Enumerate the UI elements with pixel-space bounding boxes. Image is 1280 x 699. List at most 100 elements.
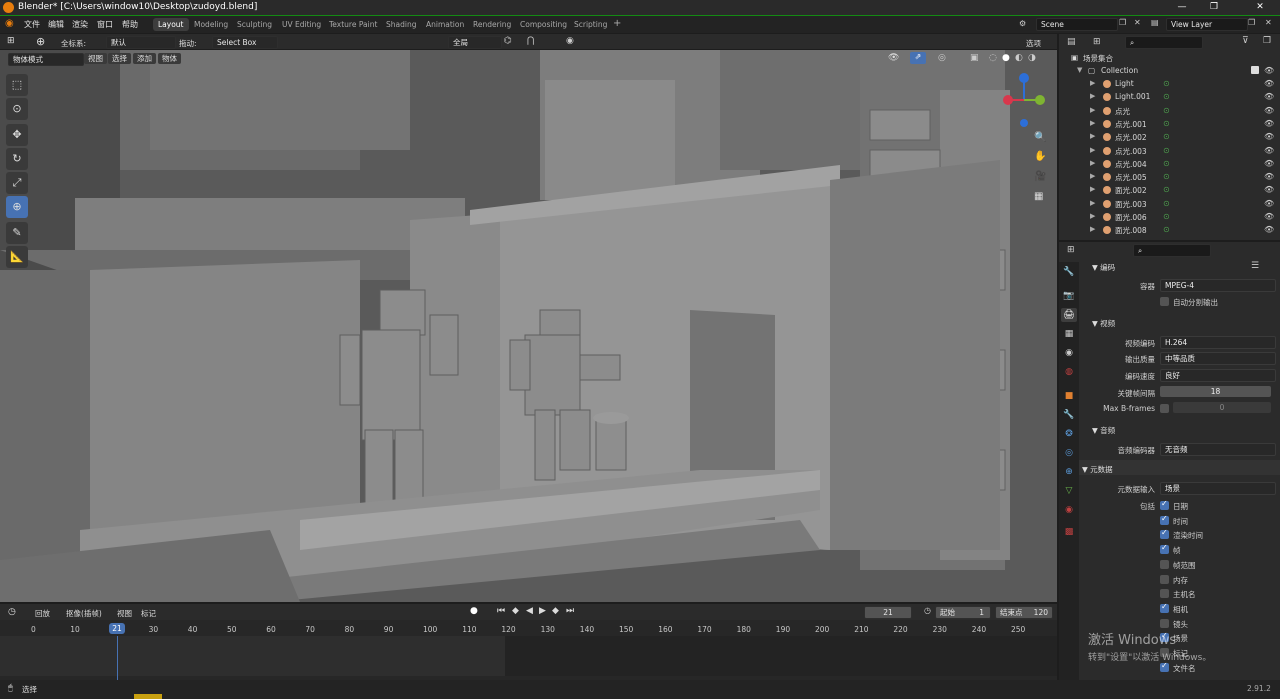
- display-mode-icon[interactable]: ⊞: [1093, 37, 1101, 47]
- close-button[interactable]: ✕: [1246, 0, 1274, 15]
- scale-tool-icon[interactable]: ⤢: [6, 172, 28, 194]
- eye-icon[interactable]: 👁: [1264, 66, 1274, 75]
- prev-keyframe-icon[interactable]: ◆: [512, 606, 519, 616]
- outliner-item[interactable]: ▶ 面光.003 ⊙ 👁: [1059, 198, 1280, 211]
- light-data-icon[interactable]: ⊙: [1163, 225, 1170, 234]
- bframes-checkbox[interactable]: [1160, 404, 1169, 413]
- object-tab-icon[interactable]: ■: [1061, 389, 1077, 403]
- eye-icon[interactable]: 👁: [1264, 92, 1274, 101]
- outliner-item[interactable]: ▶ 面光.006 ⊙ 👁: [1059, 211, 1280, 224]
- new-scene-icon[interactable]: ❐: [1119, 18, 1126, 27]
- camera-view-icon[interactable]: 🎥: [1034, 171, 1046, 182]
- mode-dropdown[interactable]: 物体模式: [8, 53, 84, 66]
- menu-window[interactable]: 窗口: [97, 19, 113, 30]
- zoom-icon[interactable]: 🔍: [1034, 132, 1046, 143]
- solid-shading-icon[interactable]: ●: [1002, 53, 1010, 63]
- light-data-icon[interactable]: ⊙: [1163, 132, 1170, 141]
- rotate-tool-icon[interactable]: ↻: [6, 148, 28, 170]
- tab-shading[interactable]: Shading: [381, 18, 421, 31]
- visibility-icon[interactable]: 👁: [888, 53, 899, 63]
- texture-tab-icon[interactable]: ▩: [1061, 525, 1077, 539]
- play-reverse-icon[interactable]: ◀: [526, 606, 533, 616]
- scene-tab-icon[interactable]: ◉: [1061, 346, 1077, 360]
- speed-dropdown[interactable]: 良好: [1160, 369, 1276, 382]
- modifier-tab-icon[interactable]: 🔧: [1061, 408, 1077, 422]
- expand-arrow-icon[interactable]: ▶: [1090, 146, 1095, 154]
- menu-object[interactable]: 物体: [158, 53, 181, 64]
- light-data-icon[interactable]: ⊙: [1163, 92, 1170, 101]
- tool-tab-icon[interactable]: 🔧: [1061, 265, 1077, 279]
- data-tab-icon[interactable]: ▽: [1061, 484, 1077, 498]
- light-data-icon[interactable]: ⊙: [1163, 185, 1170, 194]
- magnet-icon[interactable]: ⋂: [527, 36, 534, 46]
- delete-view-layer-icon[interactable]: ✕: [1265, 18, 1272, 27]
- collection-checkbox[interactable]: [1251, 66, 1259, 74]
- light-data-icon[interactable]: ⊙: [1163, 146, 1170, 155]
- eye-icon[interactable]: 👁: [1264, 185, 1274, 194]
- menu-file[interactable]: 文件: [24, 19, 40, 30]
- outliner-item[interactable]: ▶ 点光.004 ⊙ 👁: [1059, 158, 1280, 171]
- include-checkbox[interactable]: [1160, 602, 1169, 613]
- expand-arrow-icon[interactable]: ▶: [1090, 92, 1095, 100]
- include-checkbox[interactable]: [1160, 589, 1169, 599]
- include-checkbox[interactable]: [1160, 514, 1169, 525]
- filter-icon[interactable]: ⊽: [1242, 36, 1249, 46]
- start-frame-field[interactable]: 起始 1: [935, 606, 991, 619]
- expand-arrow-icon[interactable]: ▶: [1090, 106, 1095, 114]
- timeline-view-menu[interactable]: 视图: [117, 608, 132, 619]
- render-tab-icon[interactable]: 📷: [1061, 289, 1077, 303]
- metadata-input-dropdown[interactable]: 场景: [1160, 482, 1276, 495]
- container-dropdown[interactable]: MPEG-4: [1160, 279, 1276, 292]
- outliner-editor-icon[interactable]: ▤: [1067, 37, 1076, 47]
- add-workspace-icon[interactable]: +: [613, 18, 621, 29]
- move-tool-icon[interactable]: ✥: [6, 124, 28, 146]
- wireframe-shading-icon[interactable]: ◌: [989, 53, 997, 63]
- include-checkbox[interactable]: [1160, 618, 1169, 628]
- eye-icon[interactable]: 👁: [1264, 106, 1274, 115]
- expand-arrow-icon[interactable]: ▶: [1090, 132, 1095, 140]
- menu-view[interactable]: 视图: [84, 53, 107, 64]
- eye-icon[interactable]: 👁: [1264, 172, 1274, 181]
- outliner-search-input[interactable]: ⌕: [1125, 36, 1203, 49]
- scene-name-field[interactable]: Scene: [1036, 18, 1118, 31]
- perspective-grid-icon[interactable]: ▦: [1034, 191, 1043, 202]
- light-data-icon[interactable]: ⊙: [1163, 119, 1170, 128]
- new-collection-icon[interactable]: ❐: [1263, 36, 1271, 46]
- outliner-item[interactable]: ▶ 点光 ⊙ 👁: [1059, 105, 1280, 118]
- eye-icon[interactable]: 👁: [1264, 199, 1274, 208]
- outliner-item[interactable]: ▶ 点光.005 ⊙ 👁: [1059, 171, 1280, 184]
- clock-icon[interactable]: ◷: [924, 606, 931, 615]
- eye-icon[interactable]: 👁: [1264, 132, 1274, 141]
- keyframe-interval-field[interactable]: 18: [1160, 386, 1271, 397]
- eye-icon[interactable]: 👁: [1264, 119, 1274, 128]
- metadata-section-header[interactable]: ▼ 元数据: [1082, 464, 1113, 475]
- include-checkbox[interactable]: [1160, 574, 1169, 584]
- constraints-tab-icon[interactable]: ⊕: [1061, 465, 1077, 479]
- include-checkbox[interactable]: [1160, 543, 1169, 555]
- blender-menu-icon[interactable]: ◉: [5, 18, 14, 29]
- tab-sculpting[interactable]: Sculpting: [232, 18, 277, 31]
- expand-arrow-icon[interactable]: ▶: [1090, 79, 1095, 87]
- new-view-layer-icon[interactable]: ❐: [1248, 18, 1255, 27]
- preset-list-icon[interactable]: ☰: [1251, 261, 1259, 271]
- overlay-icon[interactable]: ◎: [938, 53, 946, 63]
- xray-icon[interactable]: ▣: [970, 53, 979, 63]
- menu-add[interactable]: 添加: [133, 53, 156, 64]
- video-section-header[interactable]: ▼ 视频: [1092, 318, 1115, 329]
- view-layer-field[interactable]: View Layer: [1166, 18, 1248, 31]
- drag-dropdown[interactable]: Select Box: [212, 36, 278, 49]
- expand-arrow-icon[interactable]: ▼: [1077, 66, 1082, 74]
- audio-codec-dropdown[interactable]: 无音频: [1160, 443, 1276, 456]
- eye-icon[interactable]: 👁: [1264, 225, 1274, 234]
- particles-tab-icon[interactable]: ❂: [1061, 427, 1077, 441]
- end-frame-field[interactable]: 结束点 120: [995, 606, 1053, 619]
- material-tab-icon[interactable]: ◉: [1061, 503, 1077, 517]
- light-data-icon[interactable]: ⊙: [1163, 172, 1170, 181]
- snap-icon[interactable]: ⌬: [504, 36, 512, 46]
- outliner-item[interactable]: ▶ Light ⊙ 👁: [1059, 78, 1280, 91]
- pan-hand-icon[interactable]: ✋: [1034, 151, 1046, 162]
- audio-section-header[interactable]: ▼ 音频: [1092, 425, 1115, 436]
- gizmo-toggle-icon[interactable]: ⇗: [910, 52, 926, 64]
- expand-arrow-icon[interactable]: ▶: [1090, 199, 1095, 207]
- jump-end-icon[interactable]: ⏭: [566, 606, 574, 616]
